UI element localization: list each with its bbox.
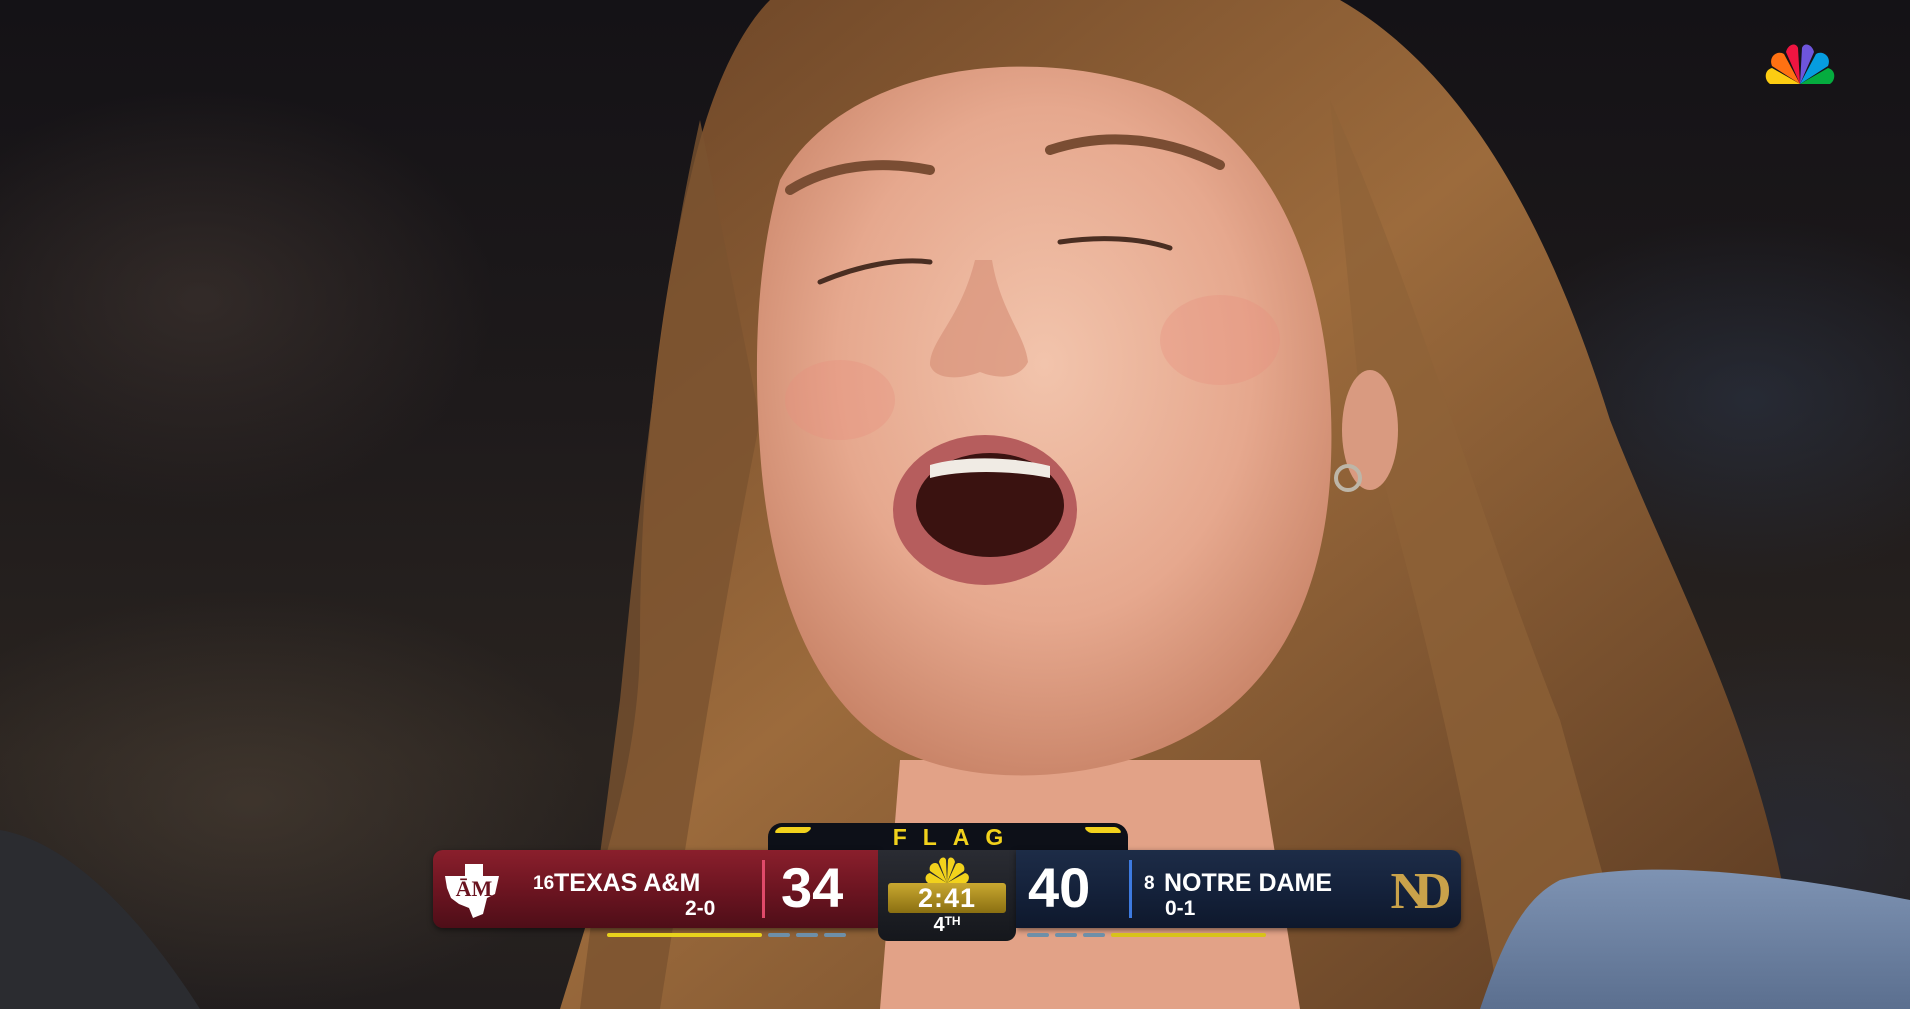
away-timeout-2 (796, 933, 818, 937)
away-record: 2-0 (685, 897, 716, 920)
nbc-peacock-mini-icon (924, 854, 970, 884)
flag-indicator: FLAG (768, 823, 1128, 851)
away-divider (762, 860, 765, 918)
notre-dame-logo-icon: ND (1375, 854, 1453, 924)
home-timeout-3 (1083, 933, 1105, 937)
nbc-peacock-icon (1764, 40, 1836, 86)
away-timeout-1 (768, 933, 790, 937)
home-team-name: NOTRE DAME (1164, 869, 1333, 897)
away-rank: 16 (533, 873, 555, 894)
quarter-suffix: TH (944, 914, 961, 928)
texas-am-logo-icon: ĀM (437, 854, 511, 924)
quarter-number: 4 (933, 914, 945, 936)
quarter-indicator: 4TH (878, 914, 1016, 937)
home-rank: 8 (1144, 873, 1155, 894)
flag-text: FLAG (892, 823, 1020, 850)
svg-text:ND: ND (1390, 863, 1450, 920)
home-timeout-1 (1027, 933, 1049, 937)
away-team-panel: ĀM 16 TEXAS A&M 2-0 34 (433, 850, 878, 928)
away-timeout-3 (824, 933, 846, 937)
home-timeouts (1027, 933, 1266, 939)
home-score: 40 (1028, 856, 1091, 919)
away-team-name: TEXAS A&M (554, 869, 701, 897)
home-possession-bar (1111, 933, 1266, 937)
home-timeout-2 (1055, 933, 1077, 937)
away-timeouts (607, 933, 846, 939)
game-clock-panel: 2:41 4TH (878, 850, 1016, 941)
game-clock: 2:41 (888, 883, 1006, 913)
scorebug: FLAG ĀM 16 TEXAS A&M 2-0 34 2:41 4TH 40 … (433, 823, 1461, 941)
home-divider (1129, 860, 1132, 918)
home-team-panel: 40 8 NOTRE DAME 0-1 ND (1016, 850, 1461, 928)
svg-text:ĀM: ĀM (456, 876, 493, 901)
home-record: 0-1 (1165, 897, 1196, 920)
away-score: 34 (781, 856, 844, 919)
away-possession-bar (607, 933, 762, 937)
